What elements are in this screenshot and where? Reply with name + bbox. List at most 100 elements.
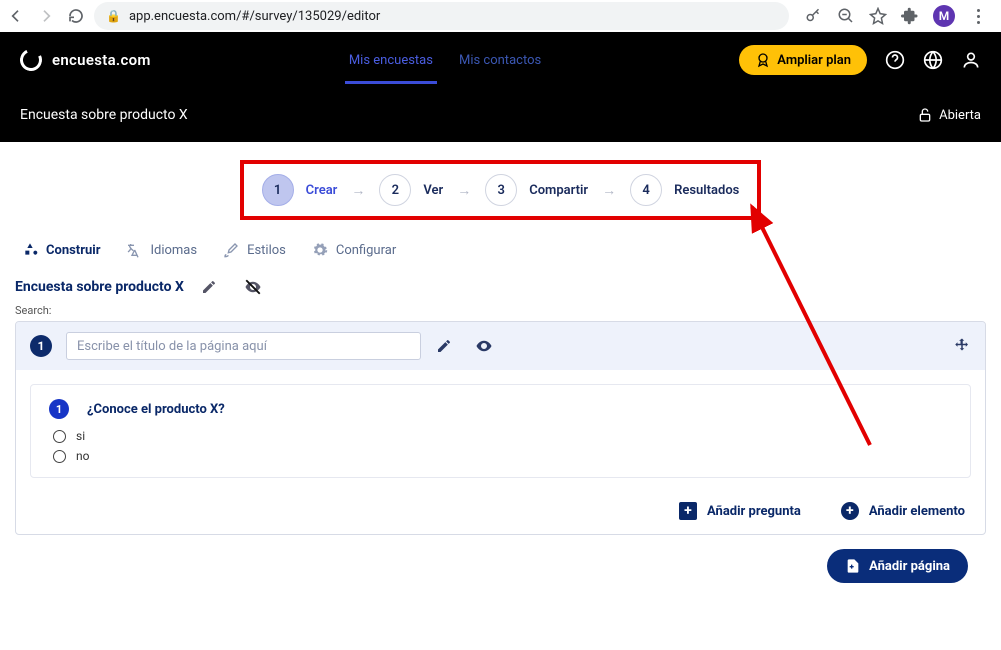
reload-icon[interactable] — [68, 8, 84, 24]
stepper: 1 Crear → 2 Ver → 3 Compartir → 4 Result… — [240, 160, 762, 220]
step-number: 1 — [262, 174, 294, 206]
page-number-badge: 1 — [30, 335, 52, 357]
question-card[interactable]: 1 ¿Conoce el producto X? si no — [30, 384, 971, 478]
tab-styles[interactable]: Estilos — [221, 236, 288, 264]
edit-page-icon[interactable] — [435, 337, 453, 355]
step-label: Ver — [423, 183, 443, 198]
extensions-icon[interactable] — [901, 7, 919, 25]
add-page-label: Añadir página — [869, 559, 950, 574]
browser-menu-icon[interactable] — [969, 9, 987, 24]
nav-my-surveys[interactable]: Mis encuestas — [345, 45, 437, 76]
add-page-icon — [845, 558, 861, 574]
page-header-actions — [435, 337, 493, 355]
unlock-icon — [917, 107, 933, 123]
browser-actions: M — [799, 5, 993, 27]
ribbon-icon — [755, 52, 771, 68]
stepper-wrap: 1 Crear → 2 Ver → 3 Compartir → 4 Result… — [0, 160, 1001, 220]
shapes-icon — [22, 242, 38, 258]
url-bar[interactable]: 🔒 app.encuesta.com/#/survey/135029/edito… — [94, 2, 789, 30]
page-footer: + Añadir pregunta + Añadir elemento — [16, 492, 985, 534]
add-element-label: Añadir elemento — [869, 504, 965, 519]
question-row: 1 ¿Conoce el producto X? — [49, 399, 952, 419]
preview-icon[interactable] — [475, 337, 493, 355]
chevron-right-icon: → — [457, 182, 471, 199]
profile-avatar[interactable]: M — [933, 5, 955, 27]
upgrade-button[interactable]: Ampliar plan — [739, 45, 867, 75]
star-icon[interactable] — [869, 7, 887, 25]
url-text: app.encuesta.com/#/survey/135029/editor — [129, 9, 380, 24]
step-share[interactable]: 3 Compartir — [485, 174, 588, 206]
answer-option[interactable]: si — [53, 429, 952, 443]
step-number: 4 — [630, 174, 662, 206]
tab-languages[interactable]: Idiomas — [124, 236, 199, 264]
editor-tabs: Construir Idiomas Estilos Configurar — [0, 220, 1001, 272]
radio-icon — [53, 430, 66, 443]
add-element-button[interactable]: + Añadir elemento — [841, 502, 965, 520]
page-title-input[interactable] — [66, 332, 421, 360]
app-header-sub: Encuesta sobre producto X Abierta — [0, 88, 1001, 142]
question-number-badge: 1 — [49, 399, 69, 419]
header-actions: Ampliar plan — [739, 45, 981, 75]
step-results[interactable]: 4 Resultados — [630, 174, 739, 206]
answers-list: si no — [49, 429, 952, 463]
add-question-button[interactable]: + Añadir pregunta — [679, 502, 801, 520]
step-label: Compartir — [529, 183, 588, 198]
survey-status[interactable]: Abierta — [917, 107, 981, 123]
translate-icon — [126, 242, 142, 258]
add-page-button[interactable]: Añadir página — [827, 549, 968, 583]
page-block: 1 1 ¿Conoce el producto X? si — [15, 321, 986, 535]
step-view[interactable]: 2 Ver — [379, 174, 443, 206]
lock-icon: 🔒 — [106, 9, 121, 23]
edit-title-icon[interactable] — [200, 278, 218, 296]
tab-label: Configurar — [336, 243, 396, 258]
step-label: Resultados — [674, 183, 739, 198]
brand-text: encuesta.com — [52, 51, 151, 69]
browser-toolbar: 🔒 app.encuesta.com/#/survey/135029/edito… — [0, 0, 1001, 32]
answer-label: no — [76, 449, 89, 463]
account-icon[interactable] — [961, 50, 981, 70]
tab-label: Estilos — [247, 243, 286, 258]
step-number: 2 — [379, 174, 411, 206]
move-icon[interactable] — [953, 337, 971, 355]
question-text: ¿Conoce el producto X? — [87, 402, 225, 417]
editor-area: 1 1 ¿Conoce el producto X? si — [0, 321, 1001, 597]
survey-title-header: Encuesta sobre producto X — [20, 107, 188, 123]
chevron-right-icon: → — [602, 182, 616, 199]
zoom-out-icon[interactable] — [837, 7, 855, 25]
step-label: Crear — [306, 183, 338, 198]
app-header: encuesta.com Mis encuestas Mis contactos… — [0, 32, 1001, 142]
nav-icons-group — [8, 8, 84, 24]
logo-icon — [17, 46, 45, 74]
forward-icon[interactable] — [38, 8, 54, 24]
tab-label: Idiomas — [150, 243, 197, 258]
radio-icon — [53, 450, 66, 463]
add-question-label: Añadir pregunta — [707, 504, 801, 519]
header-nav: Mis encuestas Mis contactos — [151, 45, 740, 76]
page-header: 1 — [16, 322, 985, 370]
brush-icon — [223, 242, 239, 258]
nav-my-contacts[interactable]: Mis contactos — [455, 45, 545, 76]
app-header-top: encuesta.com Mis encuestas Mis contactos… — [0, 32, 1001, 88]
plus-square-icon: + — [679, 502, 697, 520]
tab-build[interactable]: Construir — [20, 236, 102, 264]
key-icon[interactable] — [805, 7, 823, 25]
step-number: 3 — [485, 174, 517, 206]
search-label: Search: — [0, 300, 1001, 321]
logo[interactable]: encuesta.com — [20, 49, 151, 71]
globe-icon[interactable] — [923, 50, 943, 70]
answer-option[interactable]: no — [53, 449, 952, 463]
upgrade-label: Ampliar plan — [777, 53, 851, 68]
gear-icon — [312, 242, 328, 258]
chevron-right-icon: → — [351, 182, 365, 199]
plus-circle-icon: + — [841, 502, 859, 520]
help-icon[interactable] — [885, 50, 905, 70]
avatar-initial: M — [939, 9, 950, 23]
step-create[interactable]: 1 Crear — [262, 174, 338, 206]
back-icon[interactable] — [8, 8, 24, 24]
status-label: Abierta — [939, 108, 981, 123]
visibility-off-icon[interactable] — [244, 278, 262, 296]
answer-label: si — [76, 429, 85, 443]
survey-title-row: Encuesta sobre producto X — [0, 272, 1001, 300]
survey-title-editable[interactable]: Encuesta sobre producto X — [15, 279, 184, 295]
tab-configure[interactable]: Configurar — [310, 236, 398, 264]
